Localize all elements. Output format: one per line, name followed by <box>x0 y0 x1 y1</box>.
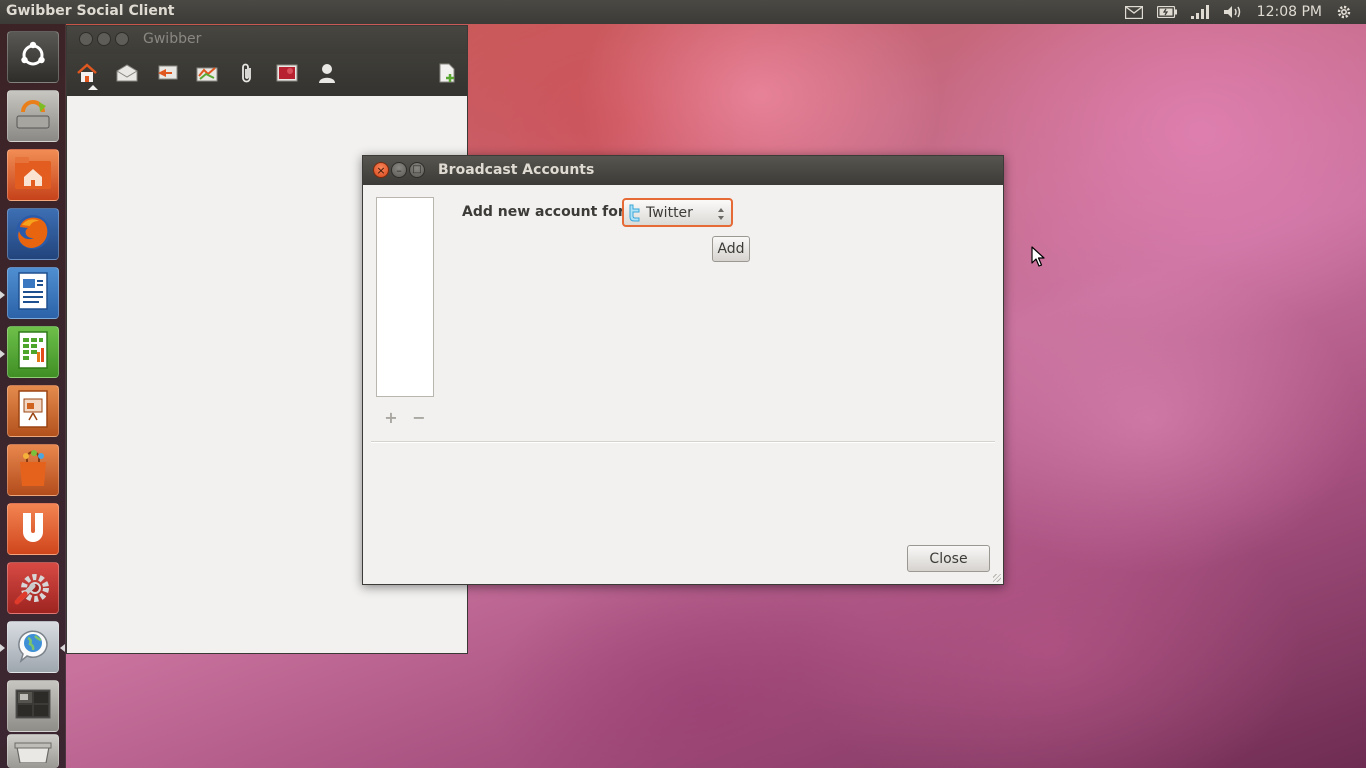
twitter-icon <box>628 204 642 222</box>
launcher-gwibber[interactable] <box>7 621 59 673</box>
calc-icon <box>16 330 50 374</box>
account-type-select[interactable]: Twitter <box>622 198 733 227</box>
dialog-minimize-button[interactable]: – <box>391 162 407 178</box>
home-icon <box>76 63 98 87</box>
launcher-system-settings[interactable] <box>7 562 59 614</box>
launcher-software-center[interactable] <box>7 444 59 496</box>
firefox-icon <box>12 211 54 257</box>
gwibber-titlebar[interactable]: Gwibber <box>67 26 467 54</box>
attachments-stream-button[interactable] <box>232 60 262 90</box>
new-stream-button[interactable] <box>432 60 462 90</box>
volume-icon[interactable] <box>1223 0 1243 24</box>
battery-icon[interactable] <box>1156 0 1177 24</box>
running-indicator <box>0 291 5 299</box>
account-list[interactable] <box>376 197 434 397</box>
account-type-value: Twitter <box>646 204 693 221</box>
user-icon <box>318 63 336 87</box>
launcher-ubuntu-one[interactable] <box>7 503 59 555</box>
private-stream-button[interactable] <box>192 60 222 90</box>
resize-grip[interactable] <box>993 574 1001 582</box>
replies-stream-button[interactable] <box>152 60 182 90</box>
launcher-libreoffice-impress[interactable] <box>7 385 59 437</box>
focused-indicator <box>60 644 65 652</box>
dialog-titlebar[interactable]: × – □ Broadcast Accounts <box>363 156 1003 185</box>
gwibber-window-title: Gwibber <box>143 31 202 47</box>
launcher-firefox[interactable] <box>7 208 59 260</box>
gwibber-stream-toolbar <box>67 54 467 96</box>
dialog-maximize-button[interactable]: □ <box>409 162 425 178</box>
launcher-update-manager[interactable] <box>7 90 59 142</box>
attachments-icon <box>240 62 254 88</box>
dialog-title: Broadcast Accounts <box>438 162 595 178</box>
gwibber-globe-icon <box>13 625 53 669</box>
launcher-home-folder[interactable] <box>7 149 59 201</box>
images-stream-button[interactable] <box>272 60 302 90</box>
add-account-button[interactable]: Add <box>712 236 750 262</box>
select-arrows-icon <box>718 206 724 220</box>
add-account-label: Add new account for: <box>462 204 631 220</box>
active-app-title: Gwibber Social Client <box>6 3 175 19</box>
messages-stream-button[interactable] <box>112 60 142 90</box>
close-icon: × <box>376 163 386 177</box>
writer-icon <box>16 271 50 315</box>
impress-icon <box>16 389 50 433</box>
messages-icon <box>116 64 138 86</box>
add-account-list-button[interactable]: + <box>383 408 399 427</box>
maximize-icon: □ <box>412 164 422 175</box>
dialog-separator <box>371 441 995 443</box>
trash-icon <box>13 737 53 767</box>
settings-wrench-icon <box>13 566 53 610</box>
running-indicator <box>0 350 5 358</box>
clock[interactable]: 12:08 PM <box>1257 4 1322 20</box>
active-stream-marker <box>88 85 98 90</box>
close-button[interactable]: Close <box>907 545 990 572</box>
launcher-workspace-switcher[interactable] <box>7 680 59 732</box>
session-gear-icon[interactable] <box>1336 0 1352 24</box>
shopping-bag-icon <box>14 448 52 492</box>
gwibber-close-button[interactable] <box>79 32 93 46</box>
broadcast-accounts-dialog: × – □ Broadcast Accounts + − Add new acc… <box>362 155 1004 585</box>
mouse-cursor-icon <box>1031 246 1045 272</box>
minimize-icon: – <box>396 163 402 177</box>
launcher-libreoffice-writer[interactable] <box>7 267 59 319</box>
dialog-close-window-button[interactable]: × <box>373 162 389 178</box>
home-stream-button[interactable] <box>72 60 102 90</box>
network-signal-icon[interactable] <box>1190 0 1209 24</box>
images-icon <box>276 64 298 86</box>
ubuntu-one-icon <box>15 509 51 549</box>
launcher <box>0 24 66 768</box>
remove-account-list-button[interactable]: − <box>411 408 427 427</box>
workspace-switcher-icon <box>15 689 51 723</box>
running-indicator <box>0 644 5 652</box>
mail-icon[interactable] <box>1124 0 1143 24</box>
indicator-area: 12:08 PM <box>1124 0 1366 24</box>
gwibber-maximize-button[interactable] <box>115 32 129 46</box>
launcher-libreoffice-calc[interactable] <box>7 326 59 378</box>
private-icon <box>196 64 218 86</box>
home-folder-icon <box>13 155 53 195</box>
top-panel: Gwibber Social Client 12:08 PM <box>0 0 1366 24</box>
replies-icon <box>156 64 178 86</box>
user-stream-button[interactable] <box>312 60 342 90</box>
update-manager-icon <box>13 94 53 138</box>
launcher-trash[interactable] <box>7 734 59 768</box>
ubuntu-logo-icon <box>18 40 48 74</box>
launcher-dash-home[interactable] <box>7 31 59 83</box>
new-stream-icon <box>438 63 456 87</box>
gwibber-minimize-button[interactable] <box>97 32 111 46</box>
